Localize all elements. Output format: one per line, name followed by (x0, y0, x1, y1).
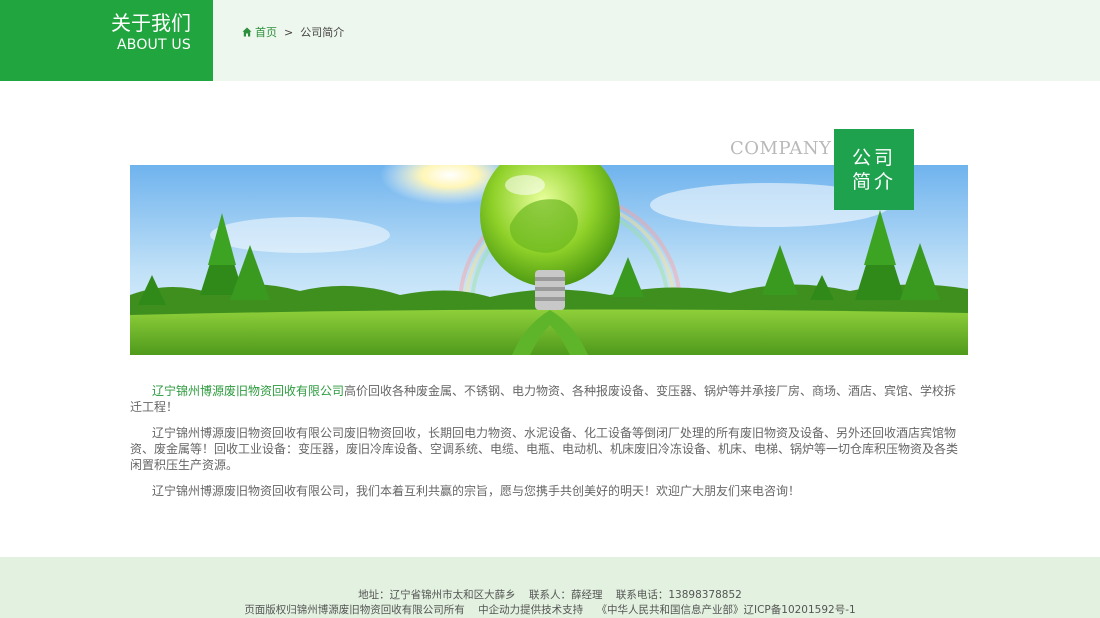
breadcrumb-home-link[interactable]: 首页 (255, 24, 277, 40)
footer-address: 地址：辽宁省锦州市太和区大薛乡 (358, 589, 516, 601)
intro-paragraph-1: 辽宁锦州博源废旧物资回收有限公司高价回收各种废金属、不锈钢、电力物资、各种报废设… (130, 383, 968, 415)
about-us-title: 关于我们 (111, 11, 191, 35)
about-us-block: 关于我们 ABOUT US (0, 0, 213, 81)
footer-contact-person: 联系人：薛经理 (529, 589, 603, 601)
top-header: 关于我们 ABOUT US 首页 > 公司简介 (0, 0, 1100, 81)
intro-paragraph-3: 辽宁锦州博源废旧物资回收有限公司，我们本着互利共赢的宗旨，愿与您携手共创美好的明… (152, 484, 801, 498)
section-label-cn-line1: 公司 (851, 147, 896, 169)
section-label-en: COMPANY (730, 138, 832, 159)
breadcrumb: 首页 > 公司简介 (242, 24, 344, 40)
company-intro-text: 辽宁锦州博源废旧物资回收有限公司高价回收各种废金属、不锈钢、电力物资、各种报废设… (130, 383, 968, 509)
breadcrumb-current: 公司简介 (300, 26, 345, 39)
breadcrumb-separator: > (284, 25, 294, 39)
section-badge: 公司 简介 (834, 129, 914, 210)
footer-icp-link[interactable]: 《中华人民共和国信息产业部》辽ICP备10201592号-1 (597, 604, 856, 616)
footer-contact-line: 地址：辽宁省锦州市太和区大薛乡 联系人：薛经理 联系电话：13898378852 (0, 587, 1100, 602)
about-us-subtitle: ABOUT US (117, 37, 191, 53)
footer-copyright-line: 页面版权归锦州博源废旧物资回收有限公司所有 中企动力提供技术支持 《中华人民共和… (0, 602, 1100, 617)
section-label-cn-line2: 简介 (851, 171, 896, 193)
site-footer: 地址：辽宁省锦州市太和区大薛乡 联系人：薛经理 联系电话：13898378852… (0, 557, 1100, 618)
footer-copyright: 页面版权归锦州博源废旧物资回收有限公司所有 (244, 604, 465, 616)
footer-phone: 联系电话：13898378852 (615, 589, 742, 601)
footer-tech-support[interactable]: 中企动力提供技术支持 (478, 604, 583, 616)
home-icon (242, 27, 252, 37)
intro-paragraph-2: 辽宁锦州博源废旧物资回收有限公司废旧物资回收，长期回电力物资、水泥设备、化工设备… (130, 426, 959, 472)
company-name-highlight: 辽宁锦州博源废旧物资回收有限公司 (152, 384, 345, 398)
